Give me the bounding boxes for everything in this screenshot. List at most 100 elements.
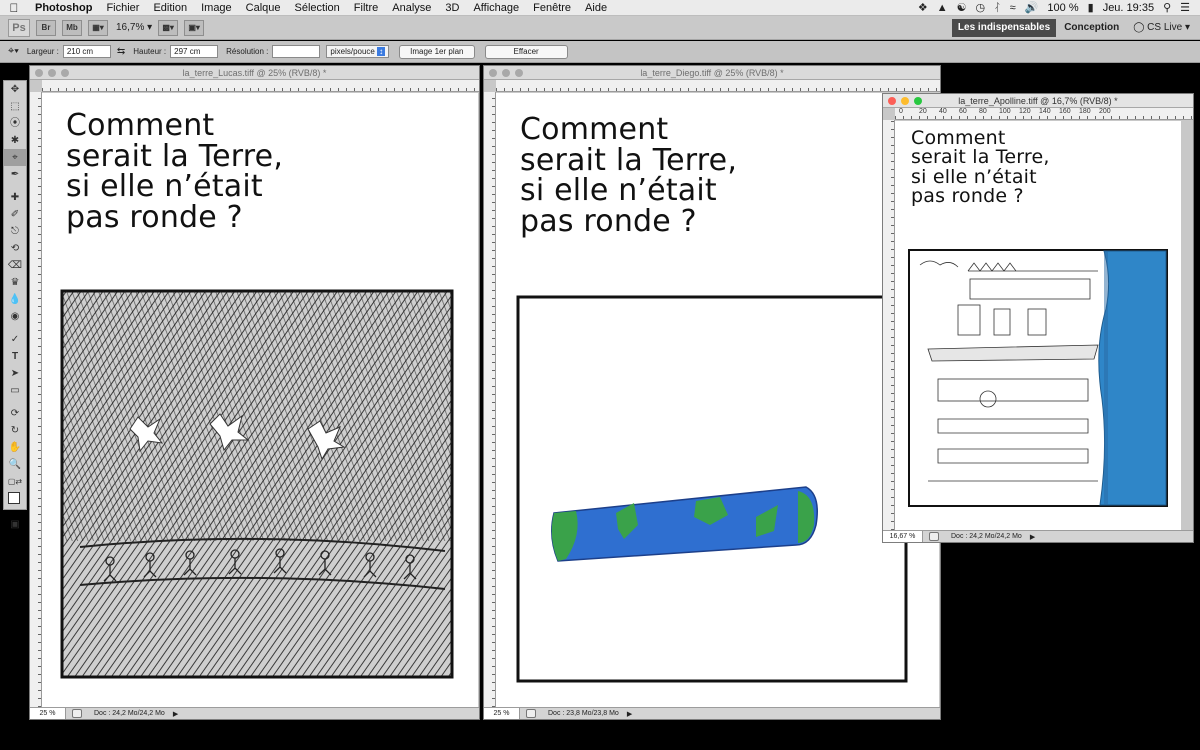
zoom-window-icon[interactable] bbox=[61, 69, 69, 77]
workspace-design[interactable]: Conception bbox=[1064, 22, 1119, 33]
minimize-window-icon[interactable] bbox=[502, 69, 510, 77]
volume-icon[interactable]: 🔊 bbox=[1025, 1, 1039, 14]
status-menu-arrow-icon[interactable]: ▶ bbox=[1030, 533, 1035, 541]
clock[interactable]: Jeu. 19:35 bbox=[1103, 2, 1154, 14]
marquee-tool-icon[interactable]: ⬚ bbox=[4, 98, 26, 115]
view-extras-button[interactable]: ▦▾ bbox=[88, 19, 108, 36]
horizontal-ruler[interactable]: 0 20 40 60 80 100 120 140 160 180 200 bbox=[895, 108, 1193, 120]
shape-tool-icon[interactable]: ▭ bbox=[4, 382, 26, 399]
type-tool-icon[interactable]: T bbox=[4, 348, 26, 365]
cs-live-button[interactable]: ◯ CS Live ▾ bbox=[1133, 22, 1190, 33]
zoom-window-icon[interactable] bbox=[515, 69, 523, 77]
3d-rotate-tool-icon[interactable]: ⟳ bbox=[4, 405, 26, 422]
document-canvas[interactable]: Comment serait la Terre, si elle n’était… bbox=[42, 93, 478, 709]
zoom-tool-icon[interactable]: 🔍 bbox=[4, 456, 26, 473]
sync-icon[interactable]: ☯ bbox=[957, 1, 967, 14]
dropbox-icon[interactable]: ❖ bbox=[918, 1, 928, 14]
dodge-tool-icon[interactable]: ◉ bbox=[4, 308, 26, 325]
minimize-window-icon[interactable] bbox=[48, 69, 56, 77]
wifi-icon[interactable]: ≈ bbox=[1010, 2, 1016, 14]
zoom-field[interactable]: 25 % bbox=[30, 708, 66, 719]
zoom-field[interactable]: 25 % bbox=[484, 708, 520, 719]
vertical-ruler[interactable] bbox=[883, 120, 895, 530]
swap-dimensions-icon[interactable]: ⇆ bbox=[117, 46, 125, 57]
quick-select-tool-icon[interactable]: ✱ bbox=[4, 132, 26, 149]
menu-fenetre[interactable]: Fenêtre bbox=[526, 2, 578, 14]
brush-tool-icon[interactable]: ✐ bbox=[4, 206, 26, 223]
close-window-icon[interactable] bbox=[888, 97, 896, 105]
crop-tool-icon[interactable]: ⌖ bbox=[4, 149, 26, 166]
lasso-tool-icon[interactable]: ⦿ bbox=[4, 115, 26, 132]
resolution-unit-select[interactable]: pixels/pouce ↕ bbox=[326, 45, 390, 58]
drive-icon[interactable]: ▲ bbox=[937, 2, 948, 14]
foreground-color-swatch[interactable] bbox=[8, 492, 20, 504]
document-canvas[interactable]: Comment serait la Terre, si elle n’était… bbox=[496, 93, 939, 709]
clone-stamp-tool-icon[interactable]: ⎋ bbox=[4, 223, 26, 240]
crop-tool-icon[interactable]: ⌖▾ bbox=[8, 45, 19, 58]
zoom-level-select[interactable]: 16,7% ▾ bbox=[116, 22, 152, 33]
eraser-tool-icon[interactable]: ⌫ bbox=[4, 257, 26, 274]
menu-fichier[interactable]: Fichier bbox=[99, 2, 146, 14]
app-menu[interactable]: Photoshop bbox=[28, 2, 99, 14]
document-canvas[interactable]: Comment serait la Terre, si elle n’était… bbox=[895, 121, 1181, 530]
spotlight-icon[interactable]: ⚲ bbox=[1163, 1, 1171, 14]
blur-tool-icon[interactable]: 💧 bbox=[4, 291, 26, 308]
hand-tool-icon[interactable]: ✋ bbox=[4, 439, 26, 456]
height-field[interactable]: 297 cm bbox=[170, 45, 219, 58]
minimize-window-icon[interactable] bbox=[901, 97, 909, 105]
status-preview-icon[interactable] bbox=[72, 709, 82, 718]
document-window-apolline[interactable]: la_terre_Apolline.tiff @ 16,7% (RVB/8) *… bbox=[882, 93, 1194, 543]
3d-orbit-tool-icon[interactable]: ↻ bbox=[4, 422, 26, 439]
menu-selection[interactable]: Sélection bbox=[288, 2, 347, 14]
horizontal-ruler[interactable] bbox=[496, 80, 940, 92]
quick-mask-icon[interactable]: ▣ bbox=[4, 516, 26, 533]
status-menu-arrow-icon[interactable]: ▶ bbox=[627, 710, 632, 718]
healing-brush-tool-icon[interactable]: ✚ bbox=[4, 189, 26, 206]
bluetooth-icon[interactable]: ᛮ bbox=[994, 2, 1001, 14]
notification-center-icon[interactable]: ☰ bbox=[1180, 1, 1190, 14]
paint-bucket-tool-icon[interactable]: ♛ bbox=[4, 274, 26, 291]
history-brush-tool-icon[interactable]: ⟲ bbox=[4, 240, 26, 257]
vertical-ruler[interactable] bbox=[30, 92, 42, 707]
menu-affichage[interactable]: Affichage bbox=[466, 2, 526, 14]
window-title-bar[interactable]: la_terre_Lucas.tiff @ 25% (RVB/8) * bbox=[30, 66, 479, 80]
window-title-bar[interactable]: la_terre_Apolline.tiff @ 16,7% (RVB/8) * bbox=[883, 94, 1193, 108]
resolution-field[interactable] bbox=[272, 45, 321, 58]
menu-filtre[interactable]: Filtre bbox=[347, 2, 385, 14]
zoom-field[interactable]: 16,67 % bbox=[883, 531, 923, 542]
menu-image[interactable]: Image bbox=[194, 2, 239, 14]
bridge-button[interactable]: Br bbox=[36, 19, 56, 36]
path-select-tool-icon[interactable]: ➤ bbox=[4, 365, 26, 382]
front-image-button[interactable]: Image 1er plan bbox=[399, 44, 475, 59]
status-preview-icon[interactable] bbox=[526, 709, 536, 718]
horizontal-ruler[interactable] bbox=[42, 80, 479, 92]
document-window-lucas[interactable]: la_terre_Lucas.tiff @ 25% (RVB/8) * Comm… bbox=[29, 65, 480, 720]
close-window-icon[interactable] bbox=[489, 69, 497, 77]
zoom-window-icon[interactable] bbox=[914, 97, 922, 105]
arrange-documents-button[interactable]: ▩▾ bbox=[158, 19, 179, 36]
vertical-ruler[interactable] bbox=[484, 92, 496, 707]
close-window-icon[interactable] bbox=[35, 69, 43, 77]
workspace-essentials[interactable]: Les indispensables bbox=[951, 18, 1057, 37]
clear-button[interactable]: Effacer bbox=[484, 44, 568, 59]
apple-menu-icon[interactable]:  bbox=[0, 1, 28, 15]
menu-analyse[interactable]: Analyse bbox=[385, 2, 438, 14]
menu-edition[interactable]: Edition bbox=[146, 2, 194, 14]
time-machine-icon[interactable]: ◷ bbox=[975, 1, 985, 14]
eyedropper-tool-icon[interactable]: ✒ bbox=[4, 166, 26, 183]
status-menu-arrow-icon[interactable]: ▶ bbox=[173, 710, 178, 718]
status-preview-icon[interactable] bbox=[929, 532, 939, 541]
document-window-diego[interactable]: la_terre_Diego.tiff @ 25% (RVB/8) * Comm… bbox=[483, 65, 941, 720]
window-title-bar[interactable]: la_terre_Diego.tiff @ 25% (RVB/8) * bbox=[484, 66, 940, 80]
move-tool-icon[interactable]: ✥ bbox=[4, 81, 26, 98]
width-field[interactable]: 210 cm bbox=[62, 45, 111, 58]
color-swatches[interactable] bbox=[4, 490, 26, 516]
swap-colors-icon[interactable]: ▢⇄ bbox=[4, 473, 26, 490]
battery-level[interactable]: 100 % bbox=[1047, 2, 1078, 14]
mini-bridge-button[interactable]: Mb bbox=[62, 19, 82, 36]
pen-tool-icon[interactable]: ✓ bbox=[4, 331, 26, 348]
menu-aide[interactable]: Aide bbox=[578, 2, 614, 14]
menu-calque[interactable]: Calque bbox=[239, 2, 288, 14]
menu-3d[interactable]: 3D bbox=[438, 2, 466, 14]
screen-mode-button[interactable]: ▣▾ bbox=[184, 19, 205, 36]
